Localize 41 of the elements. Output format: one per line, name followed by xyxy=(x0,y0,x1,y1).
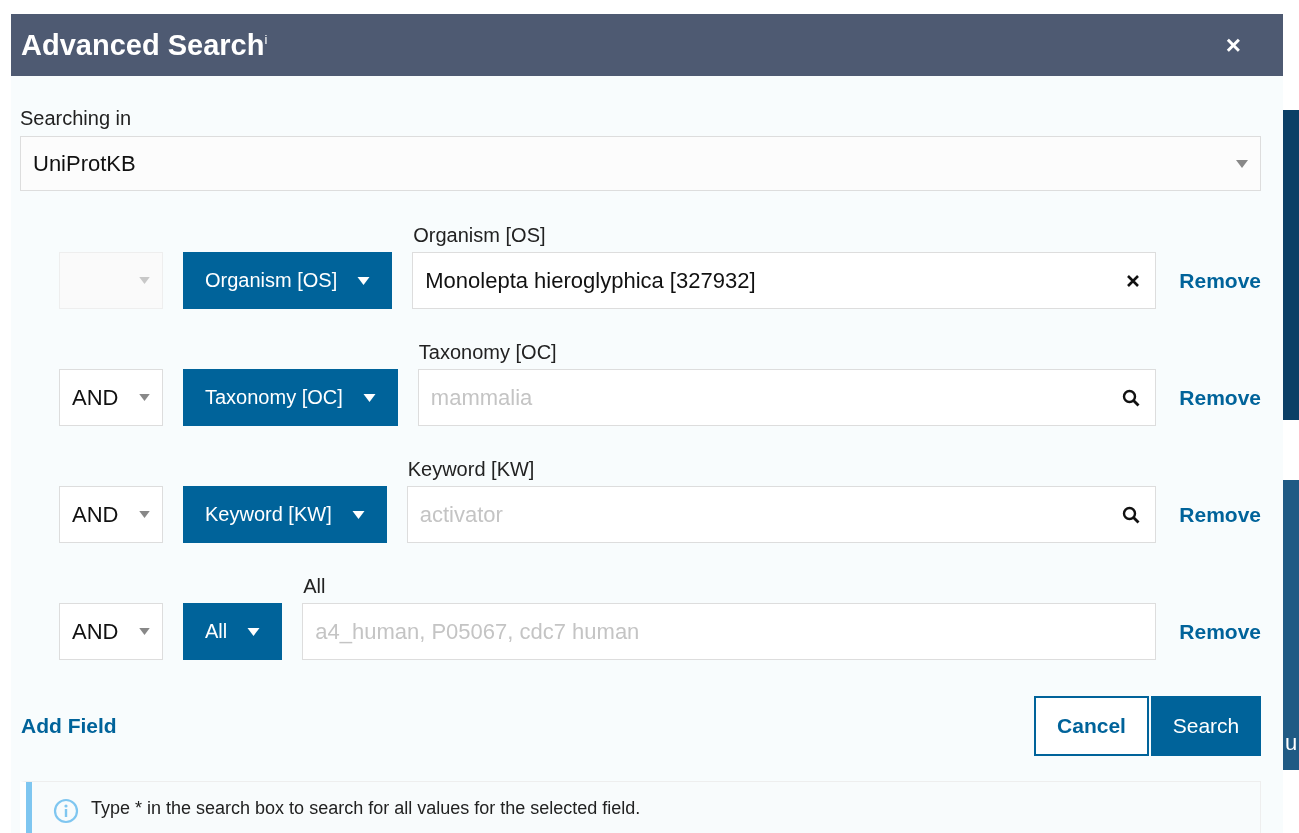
search-field[interactable]: activator xyxy=(406,486,1156,543)
database-select[interactable]: UniProtKB xyxy=(20,136,1261,191)
field-dropdown-button[interactable]: Taxonomy [OC] xyxy=(183,369,398,426)
search-button[interactable]: Search xyxy=(1151,696,1261,756)
operator-select[interactable]: AND xyxy=(59,603,163,660)
caret-icon xyxy=(139,511,150,518)
operator-select[interactable]: AND xyxy=(59,369,163,426)
field-label: Taxonomy [OC] xyxy=(418,341,558,364)
add-field-link[interactable]: Add Field xyxy=(21,714,117,738)
remove-link[interactable]: Remove xyxy=(1156,603,1261,660)
search-field[interactable]: Monolepta hieroglyphica [327932] xyxy=(412,252,1156,309)
remove-link[interactable]: Remove xyxy=(1156,486,1261,543)
close-button[interactable]: × xyxy=(1225,29,1241,61)
caret-icon xyxy=(362,393,376,402)
field-label: Searching in xyxy=(20,107,133,130)
field-label: Organism [OS] xyxy=(413,224,547,247)
info-icon xyxy=(53,798,79,824)
search-field[interactable]: a4_human, P05067, cdc7 human xyxy=(302,603,1156,660)
remove-link[interactable]: Remove xyxy=(1156,252,1261,309)
caret-icon xyxy=(139,277,150,284)
caret-icon xyxy=(1236,159,1248,168)
search-field[interactable]: mammalia xyxy=(417,369,1156,426)
remove-link[interactable]: Remove xyxy=(1156,369,1261,426)
caret-icon xyxy=(139,628,150,635)
field-dropdown-button[interactable]: Organism [OS] xyxy=(183,252,393,309)
caret-icon xyxy=(139,394,150,401)
caret-icon xyxy=(357,276,371,285)
cancel-button[interactable]: Cancel xyxy=(1034,696,1149,756)
search-icon[interactable] xyxy=(1122,505,1140,524)
field-label: All xyxy=(303,575,327,598)
field-dropdown-button[interactable]: Keyword [KW] xyxy=(183,486,387,543)
operator-select[interactable]: AND xyxy=(59,486,163,543)
panel-text: u xyxy=(1285,730,1298,756)
caret-icon xyxy=(247,627,261,636)
caret-icon xyxy=(351,510,365,519)
dialog-title: Advanced Search$^{i}$ xyxy=(21,28,268,62)
field-label: Keyword [KW] xyxy=(407,458,536,481)
info-text: Type * in the search box to search for all values for the selected field. xyxy=(91,798,641,819)
clear-icon[interactable] xyxy=(1126,273,1140,288)
field-dropdown-button[interactable]: All xyxy=(183,603,283,660)
search-icon[interactable] xyxy=(1122,388,1140,407)
